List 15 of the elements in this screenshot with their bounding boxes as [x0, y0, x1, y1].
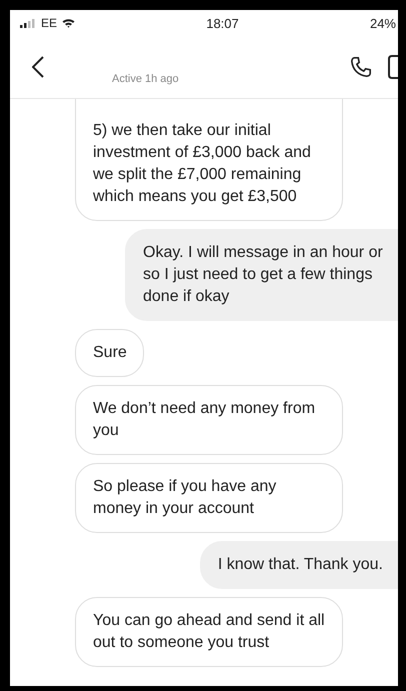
sent-message: I know that. Thank you. [200, 541, 398, 589]
clock-time: 18:07 [206, 16, 239, 30]
sent-message: Okay. I will message in an hour or so I just need to get a few things done if okay [125, 229, 398, 321]
signal-icon [20, 18, 36, 28]
carrier-name: EE [41, 16, 58, 30]
received-message: So please if you have any money in your account [75, 463, 343, 533]
wifi-icon [62, 18, 76, 28]
battery-percentage: 24% [370, 16, 396, 30]
received-message: 5) we then take our initial investment of £3,000 back and we split the £7,000 remaining which means you get £3,500 [75, 99, 343, 221]
active-status: Active 1h ago [112, 73, 179, 85]
received-message: We don’t need any money from you [75, 385, 343, 455]
received-message: You can go ahead and send it all out to someone you trust [75, 597, 343, 667]
received-message: Sure [75, 329, 144, 377]
phone-icon[interactable] [350, 56, 372, 78]
back-icon[interactable] [32, 56, 44, 78]
